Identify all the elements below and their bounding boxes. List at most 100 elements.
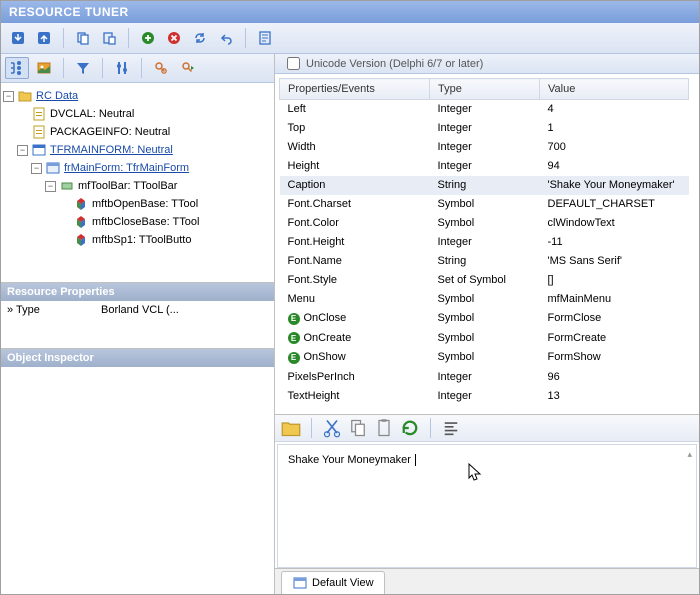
property-type: Symbol bbox=[430, 214, 540, 233]
editor-area: Shake Your Moneymaker ▴ Default View bbox=[275, 414, 699, 595]
table-row[interactable]: TextHeightInteger13 bbox=[280, 386, 689, 405]
object-inspector[interactable] bbox=[1, 367, 274, 594]
tree-label: mftbCloseBase: TTool bbox=[92, 216, 199, 228]
export-button[interactable] bbox=[33, 27, 55, 49]
form-icon bbox=[31, 142, 47, 158]
filter-button[interactable] bbox=[71, 57, 95, 79]
property-type: Integer bbox=[430, 386, 540, 405]
editor-content: Shake Your Moneymaker bbox=[288, 454, 411, 466]
copy-button[interactable] bbox=[72, 27, 94, 49]
refresh-button[interactable] bbox=[189, 27, 211, 49]
table-row[interactable]: Caption String'Shake Your Moneymaker' bbox=[280, 176, 689, 195]
undo-button[interactable] bbox=[215, 27, 237, 49]
mouse-cursor-icon bbox=[468, 463, 484, 483]
open-folder-button[interactable] bbox=[281, 418, 301, 438]
delete-button[interactable] bbox=[163, 27, 185, 49]
tree-node-root[interactable]: − RC Data bbox=[3, 87, 272, 105]
event-icon: E bbox=[288, 313, 300, 325]
table-row[interactable]: EOnShowSymbolFormShow bbox=[280, 348, 689, 368]
property-value: 700 bbox=[540, 138, 689, 157]
find-button[interactable] bbox=[149, 57, 173, 79]
tree-node[interactable]: mftbOpenBase: TTool bbox=[3, 195, 272, 213]
tab-icon bbox=[292, 575, 308, 591]
property-value: FormCreate bbox=[540, 328, 689, 348]
tree-node[interactable]: DVCLAL: Neutral bbox=[3, 105, 272, 123]
unicode-checkbox[interactable] bbox=[287, 57, 300, 70]
copy-button[interactable] bbox=[348, 418, 368, 438]
property-value: 94 bbox=[540, 157, 689, 176]
property-name: Top bbox=[288, 122, 306, 134]
settings-button[interactable] bbox=[110, 57, 134, 79]
table-row[interactable]: HeightInteger94 bbox=[280, 157, 689, 176]
separator bbox=[245, 28, 246, 48]
property-value: 'Shake Your Moneymaker' bbox=[540, 176, 689, 195]
property-type: Symbol bbox=[430, 195, 540, 214]
tree-label: mftbSp1: TToolButto bbox=[92, 234, 191, 246]
property-value: FormClose bbox=[540, 309, 689, 329]
tree-node[interactable]: PACKAGEINFO: Neutral bbox=[3, 123, 272, 141]
add-button[interactable] bbox=[137, 27, 159, 49]
property-name: Caption bbox=[288, 179, 326, 191]
property-name: OnCreate bbox=[304, 332, 352, 344]
table-row[interactable]: EOnCreateSymbolFormCreate bbox=[280, 328, 689, 348]
property-type: String bbox=[430, 176, 540, 195]
table-row[interactable]: MenuSymbolmfMainMenu bbox=[280, 290, 689, 309]
tree-node[interactable]: − mfToolBar: TToolBar bbox=[3, 177, 272, 195]
paste-button[interactable] bbox=[374, 418, 394, 438]
component-icon bbox=[73, 196, 89, 212]
property-value: 4 bbox=[540, 100, 689, 119]
header-properties[interactable]: Properties/Events bbox=[280, 79, 430, 100]
header-type[interactable]: Type bbox=[430, 79, 540, 100]
property-value: 'MS Sans Serif' bbox=[540, 252, 689, 271]
properties-button[interactable] bbox=[254, 27, 276, 49]
separator bbox=[311, 418, 312, 438]
editor-tabs: Default View bbox=[275, 568, 699, 594]
table-row[interactable]: Font.CharsetSymbolDEFAULT_CHARSET bbox=[280, 195, 689, 214]
table-row[interactable]: Font.ColorSymbolclWindowText bbox=[280, 214, 689, 233]
cut-button[interactable] bbox=[322, 418, 342, 438]
property-type: Symbol bbox=[430, 328, 540, 348]
scroll-up-icon[interactable]: ▴ bbox=[687, 449, 692, 460]
tree-node[interactable]: − TFRMAINFORM: Neutral bbox=[3, 141, 272, 159]
collapse-icon[interactable]: − bbox=[3, 91, 14, 102]
align-button[interactable] bbox=[441, 418, 461, 438]
table-row[interactable]: PixelsPerInchInteger96 bbox=[280, 367, 689, 386]
property-type: Symbol bbox=[430, 290, 540, 309]
property-type: Integer bbox=[430, 157, 540, 176]
text-editor[interactable]: Shake Your Moneymaker ▴ bbox=[277, 444, 697, 569]
table-row[interactable]: WidthInteger700 bbox=[280, 138, 689, 157]
table-row[interactable]: Font.StyleSet of Symbol[] bbox=[280, 271, 689, 290]
resource-tree[interactable]: − RC Data DVCLAL: Neutral PACKAGEINFO: N… bbox=[1, 83, 274, 283]
view-image-button[interactable] bbox=[32, 57, 56, 79]
collapse-icon[interactable]: − bbox=[45, 181, 56, 192]
import-button[interactable] bbox=[7, 27, 29, 49]
tree-node[interactable]: mftbSp1: TToolButto bbox=[3, 231, 272, 249]
view-tree-button[interactable] bbox=[5, 57, 29, 79]
property-type: Integer bbox=[430, 367, 540, 386]
table-row[interactable]: Font.HeightInteger-11 bbox=[280, 233, 689, 252]
property-row[interactable]: » Type Borland VCL (... bbox=[1, 301, 274, 319]
property-type: Set of Symbol bbox=[430, 271, 540, 290]
unicode-checkbox-row[interactable]: Unicode Version (Delphi 6/7 or later) bbox=[279, 57, 483, 70]
table-row[interactable]: EOnCloseSymbolFormClose bbox=[280, 309, 689, 329]
tree-node[interactable]: mftbCloseBase: TTool bbox=[3, 213, 272, 231]
collapse-icon[interactable]: − bbox=[31, 163, 42, 174]
table-row[interactable]: Font.NameString'MS Sans Serif' bbox=[280, 252, 689, 271]
collapse-icon[interactable]: − bbox=[17, 145, 28, 156]
tree-node[interactable]: − frMainForm: TfrMainForm bbox=[3, 159, 272, 177]
tree-label: mfToolBar: TToolBar bbox=[78, 180, 177, 192]
separator bbox=[63, 28, 64, 48]
property-key: Type bbox=[16, 304, 40, 316]
property-table[interactable]: Properties/Events Type Value LeftInteger… bbox=[279, 78, 689, 406]
paste-button[interactable] bbox=[98, 27, 120, 49]
find-next-button[interactable] bbox=[176, 57, 200, 79]
property-name: TextHeight bbox=[288, 390, 340, 402]
header-value[interactable]: Value bbox=[540, 79, 689, 100]
unicode-label: Unicode Version (Delphi 6/7 or later) bbox=[306, 58, 483, 70]
table-row[interactable]: LeftInteger4 bbox=[280, 100, 689, 119]
tab-default-view[interactable]: Default View bbox=[281, 571, 385, 594]
reload-button[interactable] bbox=[400, 418, 420, 438]
property-type: Symbol bbox=[430, 309, 540, 329]
table-row[interactable]: TopInteger1 bbox=[280, 119, 689, 138]
property-name: Font.Name bbox=[288, 255, 342, 267]
